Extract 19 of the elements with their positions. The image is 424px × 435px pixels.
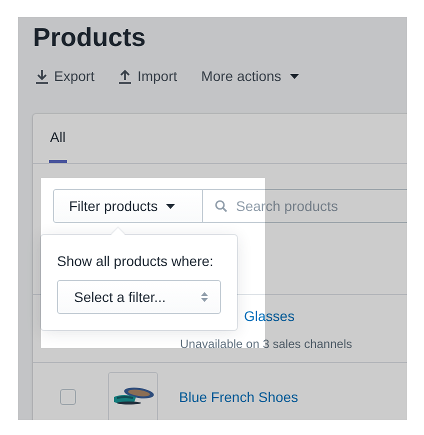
tab[interactable]: All bbox=[49, 114, 67, 163]
product-link[interactable]: Blue French Shoes bbox=[179, 386, 298, 406]
product-status: Unavailable on 3 sales channels bbox=[180, 336, 352, 352]
upload-icon bbox=[118, 68, 132, 84]
caret-icon bbox=[166, 204, 175, 208]
import-button[interactable]: Import bbox=[116, 68, 178, 84]
row-checkbox[interactable] bbox=[60, 388, 76, 404]
search-icon bbox=[215, 200, 227, 212]
caret-icon bbox=[290, 74, 300, 78]
export-button[interactable]: Export bbox=[33, 68, 94, 84]
download-icon bbox=[35, 68, 49, 84]
filter-button[interactable]: Filter products bbox=[53, 189, 203, 223]
product-link[interactable]: Glasses bbox=[244, 306, 352, 326]
up-down-icon bbox=[201, 292, 208, 302]
more-actions-button[interactable]: More actions bbox=[199, 68, 300, 84]
popover-prompt: Show all products where: bbox=[57, 252, 214, 271]
filter-select[interactable]: Select a filter... bbox=[57, 280, 221, 314]
page-title: Products bbox=[33, 21, 147, 53]
search-field[interactable]: Search products bbox=[203, 189, 407, 223]
